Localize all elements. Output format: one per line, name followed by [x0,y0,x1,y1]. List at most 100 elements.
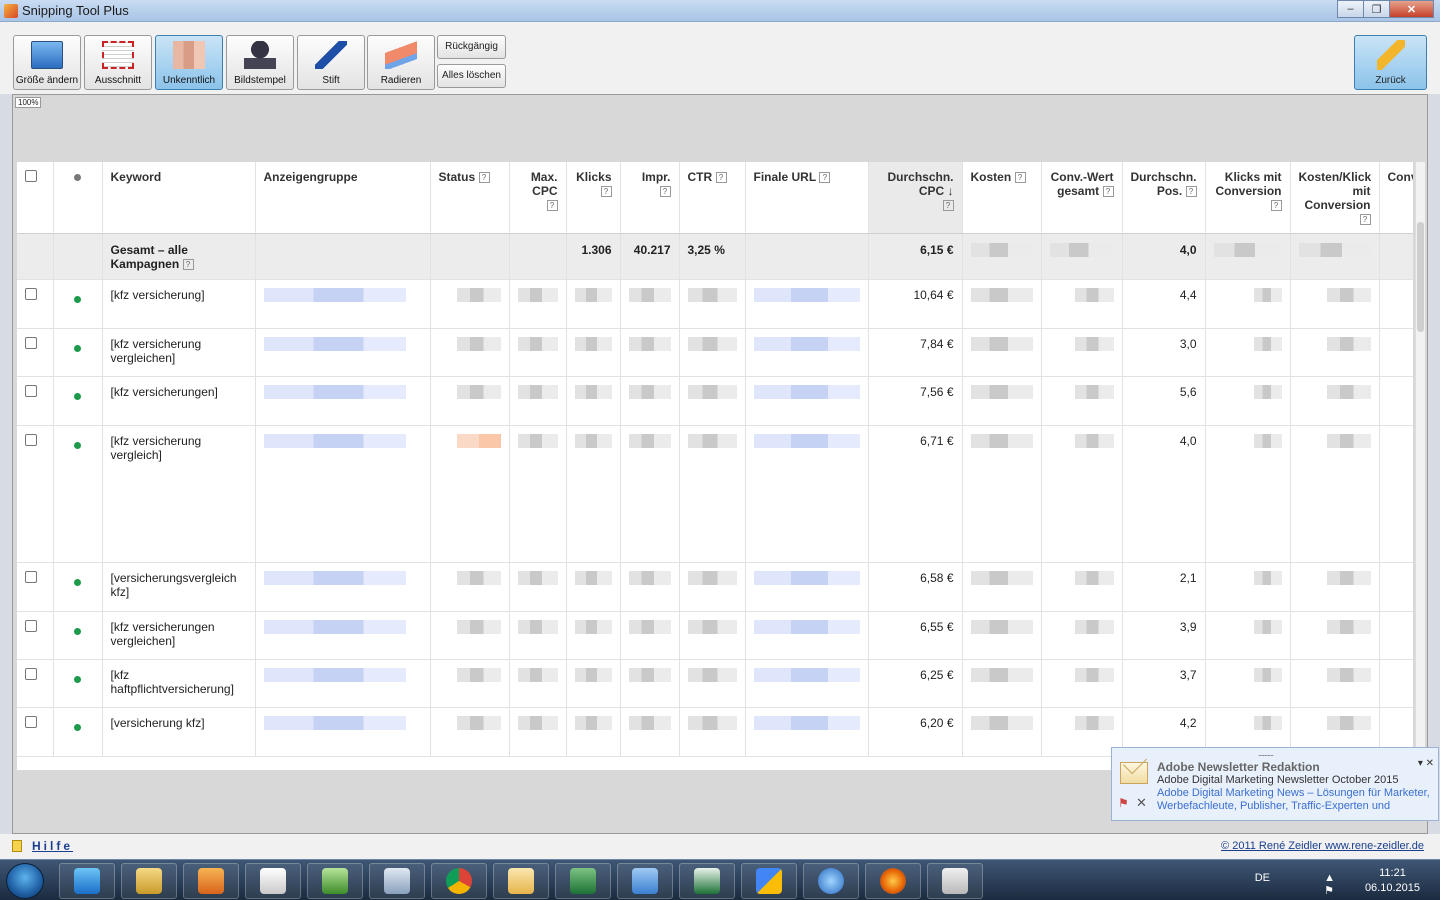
blurred-value [687,384,737,399]
eraser-button[interactable]: Radieren [367,35,435,90]
taskbar-excel-file[interactable] [679,863,735,899]
col-cost-per-converted-click[interactable]: Kosten/Klick mit Conversion? [1290,162,1380,234]
col-conv[interactable]: Conv [1379,162,1413,234]
col-status[interactable]: Status ? [430,162,510,234]
image-canvas[interactable]: 100% Keyword Anzeigengruppe Status ? Max… [12,94,1428,834]
col-impressions[interactable]: Impr.? [620,162,680,234]
resize-button[interactable]: Größe ändern [13,35,81,90]
taskbar-outlook[interactable] [493,863,549,899]
blurred-value [263,287,406,302]
close-button[interactable]: ✕ [1389,0,1434,18]
delete-icon[interactable]: ✕ [1136,795,1147,811]
taskbar-firefox[interactable] [865,863,921,899]
help-icon[interactable]: ? [942,200,954,212]
taskbar-snipping-tool[interactable] [927,863,983,899]
pen-button[interactable]: Stift [297,35,365,90]
help-icon[interactable]: ? [1359,214,1371,226]
table-row[interactable]: [versicherungsvergleich kfz] 6,58 € 2,1 [17,562,1413,612]
help-icon[interactable]: ? [182,258,194,270]
scrollbar-thumb[interactable] [1417,222,1424,332]
taskbar-excel[interactable] [555,863,611,899]
col-cost[interactable]: Kosten ? [962,162,1042,234]
notification-grip[interactable]: .......... [1258,748,1274,758]
col-conv-value[interactable]: Conv.-Wert gesamt ? [1041,162,1123,234]
help-icon[interactable]: ? [715,172,727,184]
language-indicator[interactable]: DE [1255,872,1270,884]
status-cell [430,425,510,563]
col-adgroup[interactable]: Anzeigengruppe [255,162,431,234]
taskbar-itunes[interactable] [803,863,859,899]
notification-body[interactable]: Adobe Digital Marketing News – Lösungen … [1157,787,1437,813]
table-row[interactable]: [kfz versicherungen] 7,56 € 5,6 [17,376,1413,426]
taskbar-adwords[interactable] [741,863,797,899]
tray-icons[interactable]: ▲ ⚑ ◀ [1324,872,1345,900]
row-checkbox[interactable] [25,715,37,728]
stamp-button[interactable]: Bildstempel [226,35,294,90]
avg-cpc-cell: 7,84 € [868,328,963,377]
minimize-button[interactable]: – [1337,0,1364,18]
row-checkbox[interactable] [25,384,37,397]
table-row[interactable]: [kfz versicherung] 10,64 € 4,4 [17,279,1413,329]
col-avg-cpc[interactable]: Durchschn. CPC ↓? [868,162,963,234]
col-converted-clicks[interactable]: Klicks mit Conversion? [1205,162,1291,234]
help-icon[interactable]: ? [600,186,612,198]
row-checkbox[interactable] [25,570,37,583]
table-row[interactable]: [kfz haftpflichtversicherung] 6,25 € 3,7 [17,659,1413,708]
crop-button[interactable]: Ausschnitt [84,35,152,90]
row-checkbox[interactable] [25,336,37,349]
row-checkbox[interactable] [25,287,37,300]
back-button[interactable]: Zurück [1354,35,1427,90]
clock[interactable]: 11:21 06.10.2015 [1365,866,1420,896]
col-ctr[interactable]: CTR ? [679,162,746,234]
newsletter-notification[interactable]: .......... Adobe Newsletter Redaktion Ad… [1111,747,1439,821]
help-icon[interactable]: ? [1014,172,1026,184]
row-checkbox[interactable] [25,667,37,680]
help-icon[interactable]: ? [478,172,490,184]
blurred-value [517,336,558,351]
help-icon[interactable]: ? [1185,186,1197,198]
col-clicks[interactable]: Klicks? [566,162,621,234]
flag-icon[interactable]: ⚑ [1118,796,1129,810]
row-checkbox[interactable] [25,619,37,632]
taskbar-internet-explorer[interactable] [59,863,115,899]
help-icon[interactable]: ? [546,200,558,212]
table-row[interactable]: [kfz versicherung vergleich] 6,71 € 4,0 [17,425,1413,563]
col-avg-pos[interactable]: Durchschn. Pos. ? [1122,162,1206,234]
row-checkbox[interactable] [25,433,37,446]
pixelate-button[interactable]: Unkenntlich [155,35,223,90]
table-row[interactable]: [kfz versicherung vergleichen] 7,84 € 3,0 [17,328,1413,377]
impressions-cell [620,328,680,377]
help-link[interactable]: Hilfe [32,839,73,853]
clear-all-button[interactable]: Alles löschen [437,64,506,88]
taskbar-media-player[interactable] [183,863,239,899]
select-all-checkbox[interactable] [25,170,37,182]
maximize-button[interactable]: ❐ [1363,0,1390,18]
vertical-scrollbar[interactable] [1415,162,1425,770]
taskbar-chrome[interactable] [431,863,487,899]
blurred-value [1254,619,1282,634]
help-icon[interactable]: ? [1270,200,1282,212]
taskbar-notepad-plus[interactable] [307,863,363,899]
taskbar-paint[interactable] [617,863,673,899]
help-icon[interactable]: ? [819,172,831,184]
table-row[interactable]: [kfz versicherungen vergleichen] 6,55 € 3,… [17,611,1413,660]
conv-value-cell [1041,707,1123,757]
undo-button[interactable]: Rückgängig [437,35,506,59]
col-max-cpc[interactable]: Max. CPC? [509,162,567,234]
copyright-link[interactable]: © 2011 René Zeidler www.rene-zeidler.de [1221,840,1424,852]
col-final-url[interactable]: Finale URL ? [745,162,869,234]
taskbar-calculator[interactable] [369,863,425,899]
col-keyword[interactable]: Keyword [102,162,256,234]
taskbar-notepad[interactable] [245,863,301,899]
checkbox-cell [17,376,54,426]
taskbar-file-explorer[interactable] [121,863,177,899]
captured-screenshot[interactable]: Keyword Anzeigengruppe Status ? Max. CPC… [17,162,1413,770]
adgroup-cell [255,659,431,708]
help-icon[interactable]: ? [659,186,671,198]
enabled-status-icon [74,344,81,352]
checkbox-cell [17,659,54,708]
notification-controls[interactable]: ▾ ✕ [1418,758,1434,769]
help-icon[interactable]: ? [1102,186,1114,198]
pencil-icon [1377,40,1405,70]
start-button[interactable] [6,863,44,899]
